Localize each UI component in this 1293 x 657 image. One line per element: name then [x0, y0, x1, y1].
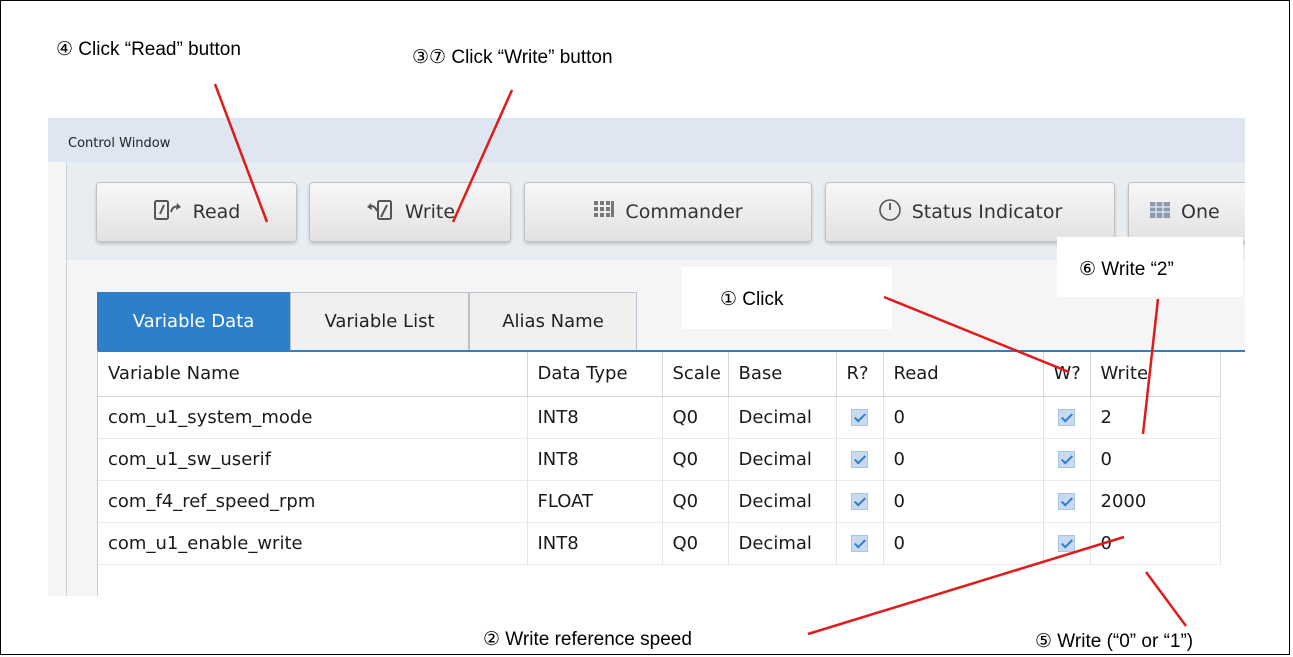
control-window: Control Window Read Write Commander Stat…: [48, 118, 1245, 596]
write-icon: [365, 198, 395, 227]
table-row[interactable]: com_u1_sw_userif INT8 Q0 Decimal 0 0: [98, 438, 1221, 481]
annotation-step1: ① Click: [720, 289, 784, 310]
cell-read-value: 0: [883, 396, 1044, 439]
write-enable-checkbox[interactable]: [1058, 493, 1075, 510]
commander-button-label: Commander: [625, 201, 743, 223]
read-enable-checkbox[interactable]: [851, 493, 868, 510]
cell-write-enable: [1043, 396, 1091, 439]
header-base[interactable]: Base: [728, 352, 837, 397]
annotation-step5: ⑤ Write (“0” or “1”): [1035, 631, 1194, 652]
header-scale[interactable]: Scale: [662, 352, 729, 397]
cell-read-enable: [836, 396, 884, 439]
cell-write-value[interactable]: 2000: [1090, 480, 1221, 523]
cell-scale: Q0: [662, 522, 729, 565]
annotation-step3-7: ③⑦ Click “Write” button: [412, 47, 613, 68]
cell-base: Decimal: [728, 480, 837, 523]
variable-table: Variable Name Data Type Scale Base R? Re…: [98, 352, 1221, 565]
cell-data-type: FLOAT: [527, 480, 663, 523]
write-enable-checkbox[interactable]: [1058, 451, 1075, 468]
cell-base: Decimal: [728, 438, 837, 481]
callout-step6-box: ⑥ Write “2”: [1057, 237, 1243, 297]
callout-step1-box: ① Click: [682, 267, 892, 329]
header-variable-name[interactable]: Variable Name: [98, 352, 528, 397]
tab-variable-data[interactable]: Variable Data: [97, 292, 290, 350]
cell-read-value: 0: [883, 480, 1044, 523]
commander-button[interactable]: Commander: [524, 182, 812, 242]
window-titlebar: Control Window: [48, 118, 1245, 162]
cell-write-enable: [1043, 480, 1091, 523]
cell-read-enable: [836, 522, 884, 565]
annotation-step6: ⑥ Write “2”: [1079, 259, 1174, 280]
cell-data-type: INT8: [527, 396, 663, 439]
cell-write-value[interactable]: 0: [1090, 438, 1221, 481]
tab-variable-list[interactable]: Variable List: [290, 292, 469, 350]
write-button[interactable]: Write: [309, 182, 511, 242]
cell-base: Decimal: [728, 396, 837, 439]
window-title: Control Window: [68, 136, 171, 151]
cell-write-enable: [1043, 438, 1091, 481]
cell-read-enable: [836, 480, 884, 523]
header-write[interactable]: Write: [1090, 352, 1221, 397]
read-icon: [153, 198, 183, 227]
table-row[interactable]: com_f4_ref_speed_rpm FLOAT Q0 Decimal 0 …: [98, 480, 1221, 523]
table-header-row: Variable Name Data Type Scale Base R? Re…: [98, 352, 1221, 397]
cell-variable-name: com_u1_system_mode: [98, 396, 528, 439]
header-data-type[interactable]: Data Type: [527, 352, 663, 397]
variable-data-grid: Variable Name Data Type Scale Base R? Re…: [97, 350, 1245, 596]
one-button-label: One: [1181, 201, 1220, 223]
table-row[interactable]: com_u1_enable_write INT8 Q0 Decimal 0 0: [98, 522, 1221, 565]
cell-scale: Q0: [662, 396, 729, 439]
cell-read-value: 0: [883, 438, 1044, 481]
header-w[interactable]: W?: [1043, 352, 1091, 397]
header-read[interactable]: Read: [883, 352, 1044, 397]
tab-alias-name[interactable]: Alias Name: [469, 292, 637, 350]
read-button[interactable]: Read: [96, 182, 297, 242]
cell-write-enable: [1043, 522, 1091, 565]
annotation-step2: ② Write reference speed: [483, 629, 692, 650]
cell-scale: Q0: [662, 480, 729, 523]
table-icon: [1149, 201, 1171, 224]
status-indicator-button-label: Status Indicator: [911, 201, 1063, 223]
gauge-icon: [878, 198, 902, 227]
cell-data-type: INT8: [527, 438, 663, 481]
write-enable-checkbox[interactable]: [1058, 409, 1075, 426]
annotation-step4: ④ Click “Read” button: [56, 39, 241, 60]
read-enable-checkbox[interactable]: [851, 535, 868, 552]
read-button-label: Read: [192, 201, 241, 223]
read-enable-checkbox[interactable]: [851, 451, 868, 468]
cell-scale: Q0: [662, 438, 729, 481]
cell-data-type: INT8: [527, 522, 663, 565]
cell-variable-name: com_u1_sw_userif: [98, 438, 528, 481]
write-enable-checkbox[interactable]: [1058, 535, 1075, 552]
table-row[interactable]: com_u1_system_mode INT8 Q0 Decimal 0 2: [98, 396, 1221, 439]
cell-variable-name: com_u1_enable_write: [98, 522, 528, 565]
cell-read-enable: [836, 438, 884, 481]
write-button-label: Write: [404, 201, 456, 223]
read-enable-checkbox[interactable]: [851, 409, 868, 426]
cell-base: Decimal: [728, 522, 837, 565]
cell-variable-name: com_f4_ref_speed_rpm: [98, 480, 528, 523]
one-button[interactable]: One: [1128, 182, 1245, 242]
header-r[interactable]: R?: [836, 352, 884, 397]
cell-read-value: 0: [883, 522, 1044, 565]
status-indicator-button[interactable]: Status Indicator: [825, 182, 1115, 242]
commander-grid-icon: [593, 200, 615, 225]
cell-write-value[interactable]: 2: [1090, 396, 1221, 439]
cell-write-value[interactable]: 0: [1090, 522, 1221, 565]
